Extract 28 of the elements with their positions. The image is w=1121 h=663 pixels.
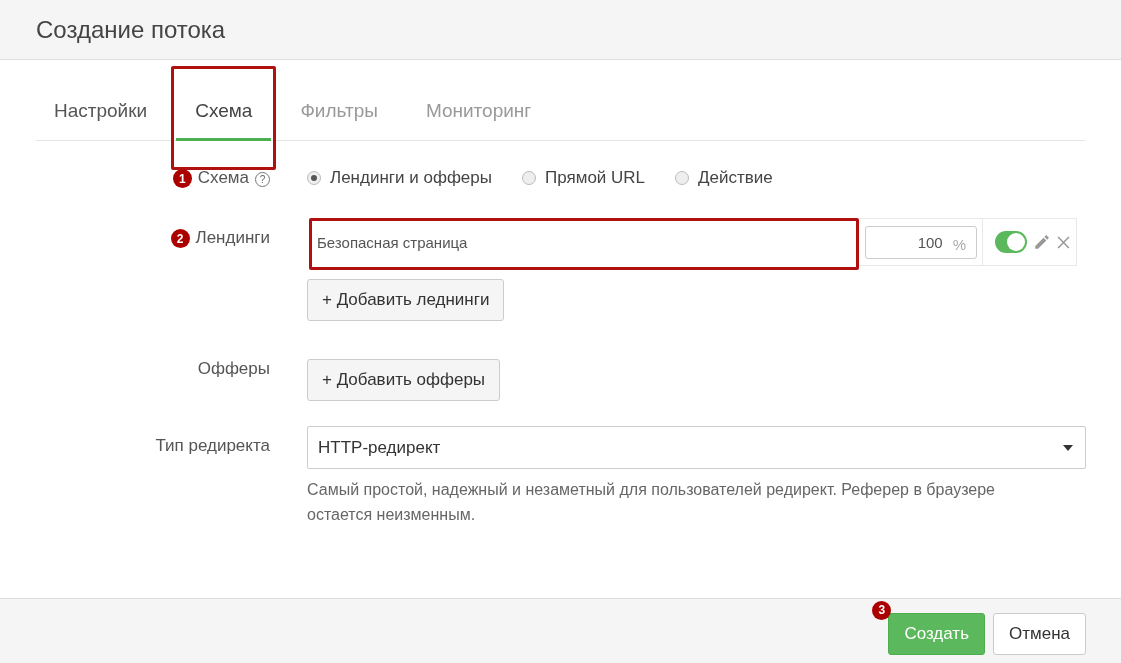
weight-value: 100: [917, 233, 943, 251]
radio-icon[interactable]: [522, 171, 536, 185]
redirect-type-select[interactable]: HTTP-редирект: [307, 426, 1086, 469]
edit-icon[interactable]: [1033, 233, 1051, 251]
close-icon[interactable]: [1057, 235, 1070, 249]
step-badge: 3: [872, 600, 892, 620]
window-title: Создание потока: [36, 15, 226, 44]
add-landings-button[interactable]: + Добавить леднинги: [307, 279, 505, 321]
cancel-button[interactable]: Отмена: [993, 612, 1086, 655]
tab[interactable]: Схема: [176, 82, 272, 141]
radio-icon[interactable]: [307, 171, 321, 185]
field-label: Лендинги: [195, 228, 270, 248]
weight-field[interactable]: 100 %: [865, 225, 977, 259]
radio-option[interactable]: Действие: [675, 168, 773, 188]
description-text: Самый простой, надежный и незаметный для пользователей редирект. Реферер в браузере остается неизменным.: [307, 480, 996, 525]
radio-icon[interactable]: [675, 171, 690, 185]
radio-option[interactable]: Прямой URL: [522, 168, 646, 188]
caret-icon: [1063, 444, 1073, 451]
field-label: Схема: [197, 168, 249, 188]
toggle-switch[interactable]: [995, 231, 1027, 253]
step-badge: 2: [170, 229, 190, 248]
field-label: Тип редиректа: [155, 436, 270, 456]
step-badge: 1: [172, 169, 192, 188]
tab[interactable]: Настройки: [36, 82, 167, 141]
add-offers-button[interactable]: + Добавить офферы: [307, 359, 501, 401]
field-label: Офферы: [197, 359, 270, 379]
radio-option[interactable]: Лендинги и офферы: [307, 168, 492, 188]
percent-unit: %: [952, 235, 966, 253]
